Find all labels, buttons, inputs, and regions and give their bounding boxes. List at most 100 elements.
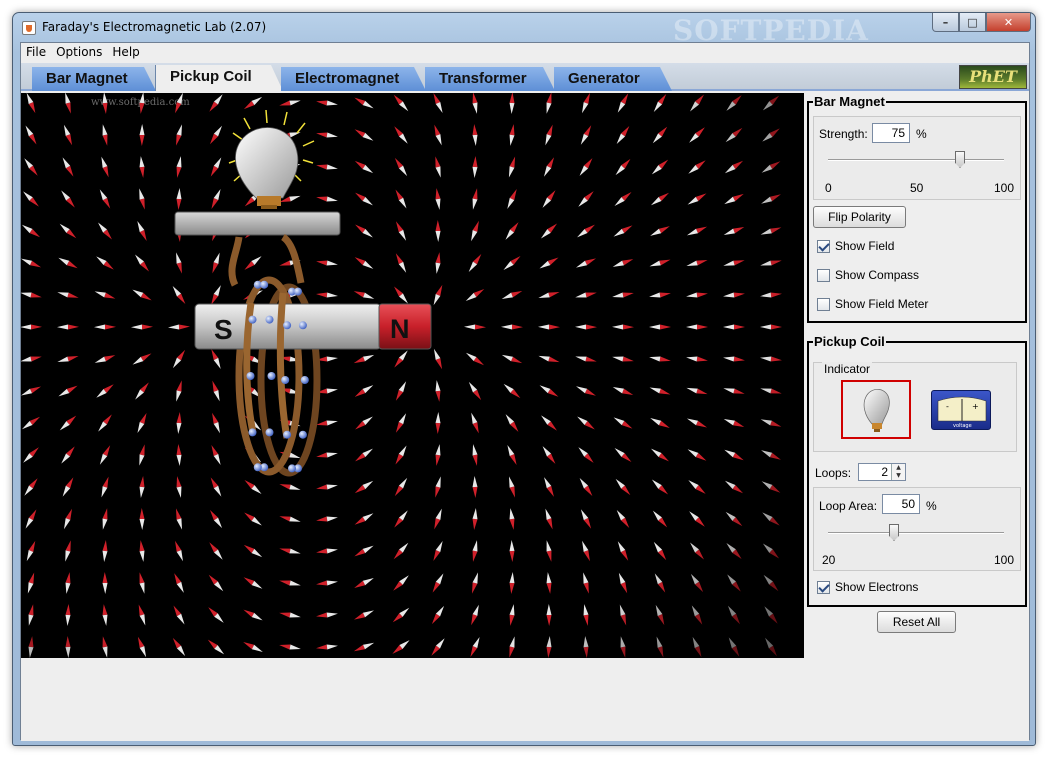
show-field-box[interactable]: [817, 239, 830, 253]
flip-polarity-button[interactable]: Flip Polarity: [813, 206, 906, 228]
compass-needle: [727, 574, 741, 592]
compass-needle: [316, 612, 338, 618]
compass-needle: [725, 127, 743, 143]
compass-needle: [582, 93, 590, 114]
compass-needle: [101, 156, 109, 178]
menu-file[interactable]: File: [21, 43, 51, 63]
strength-slider-thumb[interactable]: [955, 151, 965, 168]
compass-needle: [726, 543, 742, 559]
compass-needle: [578, 447, 594, 463]
compass-needle: [433, 284, 443, 306]
menu-help[interactable]: Help: [107, 43, 144, 63]
compass-needle: [760, 356, 782, 362]
compass-needle: [690, 573, 704, 593]
compass-needle: [395, 189, 407, 209]
loops-down-icon[interactable]: ▼: [892, 472, 905, 480]
compass-needle: [243, 609, 263, 621]
tab-electromagnet[interactable]: Electromagnet: [281, 67, 426, 91]
simulation-canvas[interactable]: www.softpedia.com: [21, 93, 804, 658]
compass-needle: [583, 604, 589, 626]
compass-needle: [583, 636, 589, 658]
phet-logo[interactable]: PhET: [959, 65, 1027, 89]
compass-needle: [580, 125, 592, 145]
compass-needle: [617, 93, 629, 113]
compass-needle: [542, 446, 556, 464]
maximize-button[interactable]: □: [959, 13, 986, 32]
svg-text:-: -: [946, 402, 949, 411]
compass-needle: [501, 354, 523, 364]
compass-needle: [760, 292, 782, 298]
compass-needle: [652, 126, 668, 144]
compass-needle: [434, 124, 442, 146]
electron: [253, 463, 262, 472]
compass-needle: [612, 292, 634, 298]
show-compass-checkbox[interactable]: Show Compass: [817, 268, 919, 282]
compass-needle: [507, 445, 517, 465]
menu-options[interactable]: Options: [51, 43, 107, 63]
compass-needle: [394, 157, 408, 177]
compass-needle: [472, 124, 478, 146]
compass-needle: [24, 158, 38, 176]
compass-needle: [212, 412, 220, 434]
compass-needle: [686, 259, 708, 267]
strength-input[interactable]: 75: [872, 123, 910, 143]
tab-transformer[interactable]: Transformer: [425, 67, 555, 91]
compass-needle: [546, 636, 552, 658]
compass-needle: [62, 477, 74, 497]
close-button[interactable]: ✕: [986, 13, 1031, 32]
loop-area-unit: %: [926, 499, 937, 513]
compass-needle: [575, 356, 597, 362]
show-field-meter-checkbox[interactable]: Show Field Meter: [817, 297, 928, 311]
strength-unit: %: [916, 127, 927, 141]
magnet-south-label: S: [214, 314, 233, 345]
compass-needle: [137, 412, 147, 434]
show-field-meter-box[interactable]: [817, 297, 830, 311]
loops-spinner[interactable]: 2 ▲ ▼: [858, 463, 906, 481]
show-field-checkbox[interactable]: Show Field: [817, 239, 894, 253]
compass-needle: [392, 607, 410, 623]
compass-needle: [583, 572, 589, 594]
loops-up-icon[interactable]: ▲: [892, 464, 905, 472]
show-electrons-box[interactable]: [817, 580, 830, 594]
compass-needle: [132, 353, 152, 365]
title-bar[interactable]: Faraday's Electromagnetic Lab (2.07) SOF…: [13, 13, 1035, 47]
compass-needle: [614, 447, 632, 463]
compass-needle: [172, 349, 186, 369]
strength-tick-0: 0: [825, 181, 832, 195]
compass-needle: [649, 387, 671, 395]
compass-needle: [316, 484, 338, 490]
voltmeter-indicator-option[interactable]: - + voltage: [931, 390, 991, 430]
compass-needle: [686, 226, 708, 236]
compass-needle: [131, 324, 153, 330]
compass-needle: [279, 580, 301, 586]
bar-magnet[interactable]: S N: [194, 303, 432, 350]
loop-area-slider-thumb[interactable]: [889, 524, 899, 541]
minimize-button[interactable]: –: [932, 13, 959, 32]
compass-needle: [613, 417, 633, 429]
loop-area-slider-track[interactable]: [828, 532, 1004, 534]
compass-needle: [651, 448, 669, 462]
java-app-icon: [22, 21, 36, 35]
compass-needle: [57, 292, 79, 298]
compass-needle: [472, 93, 478, 114]
show-compass-box[interactable]: [817, 268, 830, 282]
show-compass-label: Show Compass: [835, 268, 920, 282]
compass-needle: [212, 380, 220, 402]
tab-bar-magnet[interactable]: Bar Magnet: [32, 67, 156, 91]
compass-needle: [538, 324, 560, 330]
compass-needle: [209, 509, 223, 529]
reset-all-button[interactable]: Reset All: [877, 611, 956, 633]
compass-needle: [649, 292, 671, 298]
show-electrons-checkbox[interactable]: Show Electrons: [817, 580, 918, 594]
loop-area-input[interactable]: 50: [882, 494, 920, 514]
lightbulb-indicator-option[interactable]: [841, 380, 911, 439]
tab-pickup-coil[interactable]: Pickup Coil: [155, 65, 283, 91]
compass-needle: [577, 416, 595, 430]
strength-slider-track[interactable]: [828, 159, 1004, 161]
compass-needle: [618, 572, 628, 594]
tab-generator[interactable]: Generator: [554, 67, 672, 91]
compass-needle: [724, 480, 744, 494]
compass-needle: [501, 324, 523, 330]
compass-needle: [395, 253, 407, 273]
compass-needle: [102, 93, 108, 114]
